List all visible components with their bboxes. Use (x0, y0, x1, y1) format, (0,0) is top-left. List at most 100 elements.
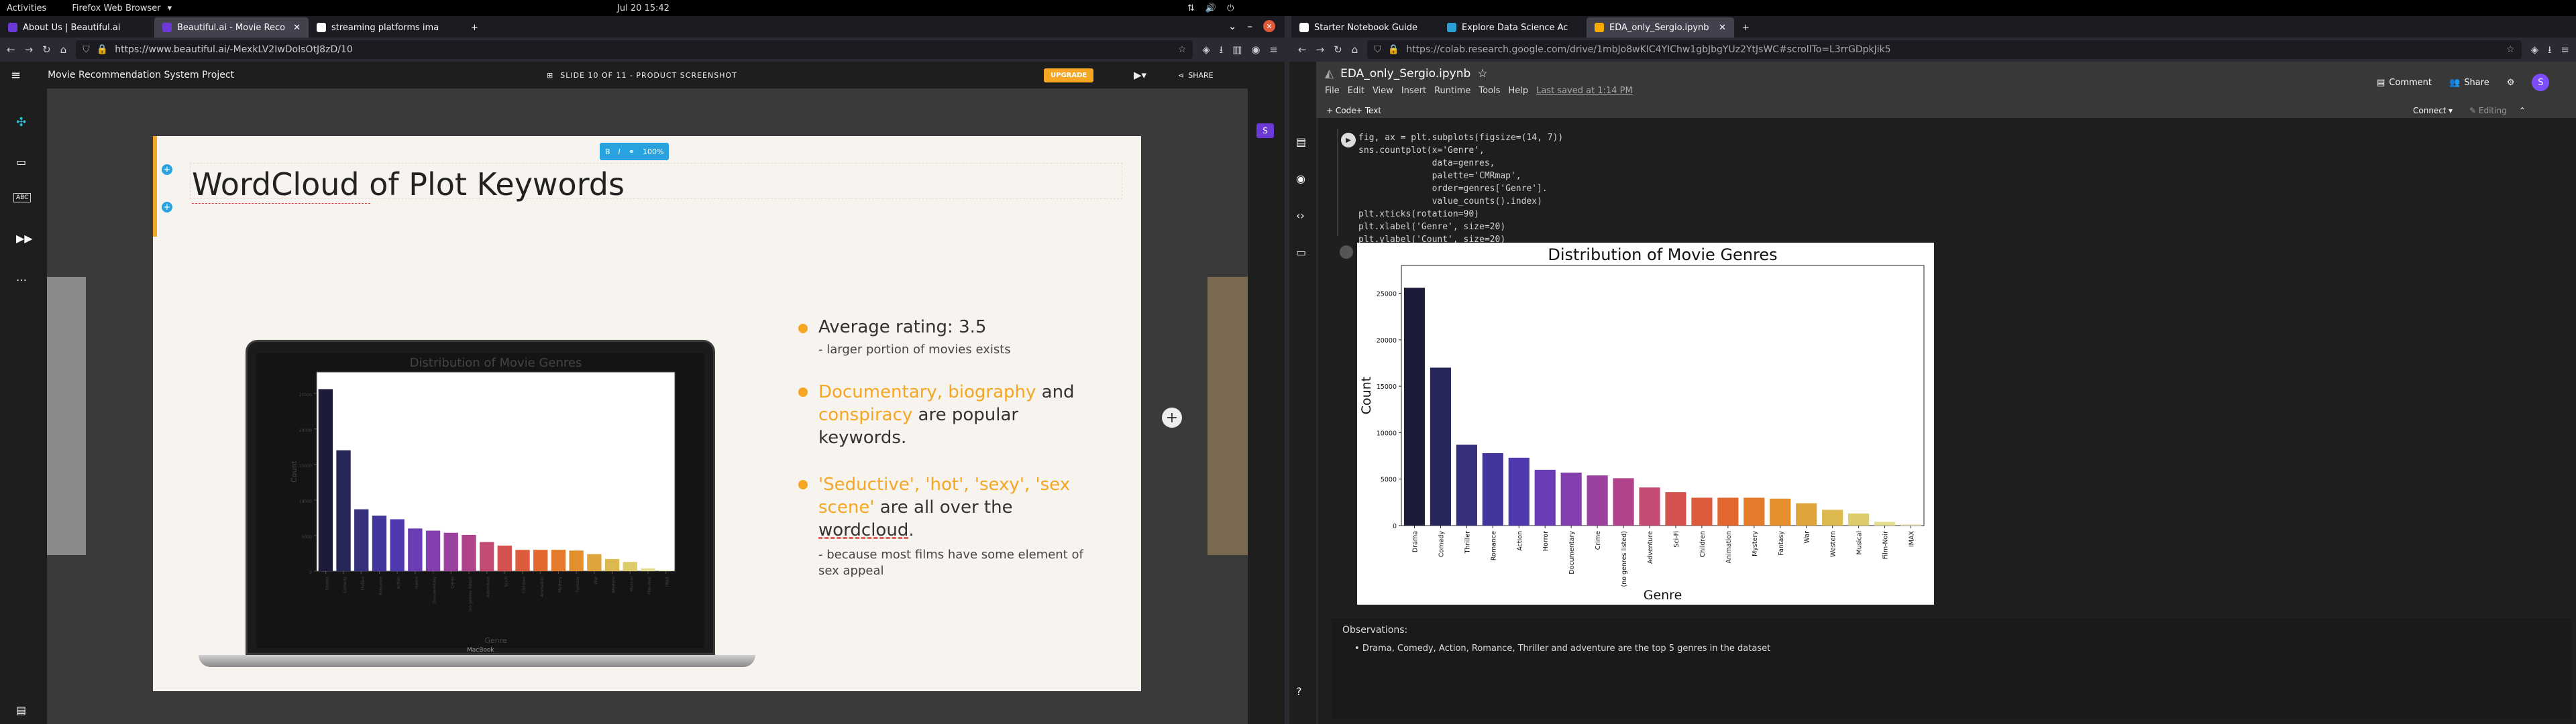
user-avatar[interactable]: S (1256, 123, 1274, 138)
last-saved-link[interactable]: Last saved at 1:14 PM (1536, 86, 1633, 96)
power-icon[interactable]: ⏻ (1227, 3, 1234, 13)
code-line[interactable]: plt.xlabel('Genre', size=20) (1358, 221, 1621, 233)
forward-icon[interactable]: → (25, 44, 34, 55)
text-icon[interactable]: ABC (13, 193, 32, 202)
add-element-above-icon[interactable]: + (162, 164, 172, 175)
forward-icon[interactable]: → (1316, 44, 1325, 55)
slide-title[interactable]: WordCloud of Plot Keywords (192, 166, 625, 202)
highlight-text[interactable]: Documentary, biography (818, 382, 1036, 402)
network-icon[interactable]: ⇅ (1187, 3, 1195, 13)
code-line[interactable]: order=genres['Genre']. (1358, 182, 1621, 195)
help-icon[interactable]: ? (1296, 685, 1302, 698)
bookmark-star-icon[interactable]: ☆ (1178, 44, 1187, 55)
code-cell[interactable]: ▶ fig, ax = plt.subplots(figsize=(14, 7)… (1337, 129, 2571, 270)
more-icon[interactable]: … (16, 271, 27, 284)
url-bar[interactable]: ⛉ 🔒 https://colab.research.google.com/dr… (1367, 40, 2522, 59)
add-text-button[interactable]: + Text (1356, 106, 1381, 115)
play-icon[interactable]: ▶▾ (1134, 69, 1146, 81)
next-slide-thumbnail[interactable] (1208, 277, 1248, 555)
downloads-icon[interactable]: ⭳ (2548, 44, 2551, 55)
collapse-icon[interactable]: ⌃ (2519, 106, 2526, 115)
chevron-down-icon[interactable]: ▾ (2449, 106, 2453, 115)
link-icon[interactable]: ⚭ (629, 147, 635, 156)
bullet-sub-text[interactable]: - because most films have some element o… (818, 547, 1093, 579)
code-line[interactable]: fig, ax = plt.subplots(figsize=(14, 7)) (1358, 131, 1621, 144)
laptop-mockup[interactable]: Distribution of Movie Genres 0 5000 10000 15… (199, 340, 755, 668)
bullet-text[interactable]: . (908, 520, 914, 540)
add-code-button[interactable]: + Code (1326, 106, 1356, 115)
app-menu[interactable]: Firefox Web Browser (72, 3, 160, 13)
bullet-text[interactable]: are all over the (874, 497, 1013, 518)
volume-icon[interactable]: 🔊 (1205, 3, 1216, 13)
output-icon[interactable] (1340, 245, 1353, 259)
code-line[interactable]: plt.xticks(rotation=90) (1358, 208, 1621, 221)
hamburger-menu-icon[interactable]: ≡ (11, 68, 21, 82)
home-icon[interactable]: ⌂ (1352, 44, 1358, 55)
code-line[interactable]: palette='CMRmap', (1358, 170, 1621, 182)
menu-icon[interactable]: ≡ (2561, 44, 2569, 55)
close-tab-icon[interactable]: ✕ (1719, 23, 1726, 33)
pocket-icon[interactable]: ◈ (1202, 44, 1210, 55)
slides-icon[interactable]: ▭ (16, 156, 26, 168)
comments-icon[interactable]: ▤ (16, 704, 26, 717)
user-avatar[interactable]: S (2532, 74, 2550, 91)
url-bar[interactable]: ⛉ 🔒 https://www.beautiful.ai/-MexkLV2IwD… (76, 40, 1193, 59)
reload-icon[interactable]: ↻ (1334, 44, 1342, 55)
zoom-level[interactable]: 100% (643, 147, 663, 156)
observation-item[interactable]: • Drama, Comedy, Action, Romance, Thrill… (1354, 644, 1770, 654)
tab-explore-data-science[interactable]: Explore Data Science Ac (1439, 17, 1587, 38)
run-cell-icon[interactable]: ▶ (1341, 133, 1356, 147)
code-line[interactable]: sns.countplot(x='Genre', (1358, 144, 1621, 157)
editing-status[interactable]: ✎ Editing (2469, 106, 2507, 115)
grid-icon[interactable]: ⊞ (547, 71, 553, 80)
share-button[interactable]: SHARE (1188, 71, 1213, 80)
library-icon[interactable]: ▥ (1232, 44, 1242, 55)
menu-edit[interactable]: Edit (1348, 86, 1364, 96)
account-icon[interactable]: ◉ (1296, 172, 1305, 185)
connect-button[interactable]: Connect (2413, 106, 2447, 115)
notebook-title[interactable]: EDA_only_Sergio.ipynb (1340, 67, 1470, 80)
add-slide-button[interactable]: + (1162, 408, 1182, 428)
slide-indicator[interactable]: SLIDE 10 OF 11 - PRODUCT SCREENSHOT (560, 71, 737, 80)
menu-tools[interactable]: Tools (1479, 86, 1500, 96)
comment-button[interactable]: Comment (2389, 78, 2432, 88)
menu-view[interactable]: View (1373, 86, 1393, 96)
previous-slide-thumbnail[interactable] (47, 277, 86, 555)
settings-gear-icon[interactable]: ⚙ (2507, 78, 2515, 88)
bullet-main-text[interactable]: Average rating: 3.5 (818, 317, 1093, 337)
downloads-icon[interactable]: ⭳ (1220, 44, 1223, 55)
italic-icon[interactable]: I (619, 147, 621, 156)
close-tab-icon[interactable]: ✕ (293, 23, 301, 33)
tab-movie-reco[interactable]: Beautiful.ai - Movie Reco ✕ (154, 17, 309, 38)
observations-heading[interactable]: Observations: (1342, 625, 1407, 636)
tab-streaming-images[interactable]: streaming platforms ima (309, 17, 463, 38)
account-icon[interactable]: ◉ (1251, 44, 1260, 55)
chat-icon[interactable]: ▤ (1296, 135, 1306, 148)
minimize-icon[interactable]: – (1248, 20, 1253, 32)
code-icon[interactable]: ‹› (1296, 209, 1305, 222)
tab-colab-notebook[interactable]: EDA_only_Sergio.ipynb ✕ (1587, 17, 1734, 38)
highlight-text[interactable]: conspiracy (818, 405, 912, 425)
back-icon[interactable]: ← (1298, 44, 1307, 55)
menu-help[interactable]: Help (1508, 86, 1528, 96)
tab-about-us[interactable]: About Us | Beautiful.ai (0, 17, 154, 38)
new-tab-button[interactable]: + (1734, 17, 1754, 38)
list-tabs-icon[interactable]: ⌄ (1228, 20, 1237, 32)
reload-icon[interactable]: ↻ (42, 44, 51, 55)
menu-icon[interactable]: ≡ (1269, 44, 1278, 55)
menu-file[interactable]: File (1325, 86, 1340, 96)
pocket-icon[interactable]: ◈ (2531, 44, 2539, 55)
clock[interactable]: Jul 20 15:42 (617, 3, 669, 13)
back-icon[interactable]: ← (7, 44, 15, 55)
new-tab-button[interactable]: + (463, 17, 483, 38)
animation-icon[interactable]: ▶▶ (16, 232, 33, 245)
share-button[interactable]: Share (2464, 78, 2489, 88)
bookmark-star-icon[interactable]: ☆ (2506, 44, 2515, 55)
bullet-text[interactable]: wordcloud (818, 520, 908, 540)
project-title[interactable]: Movie Recommendation System Project (48, 70, 234, 80)
add-element-below-icon[interactable]: + (162, 202, 172, 213)
upgrade-button[interactable]: UPGRADE (1044, 68, 1094, 82)
bold-icon[interactable]: B (605, 147, 610, 156)
menu-insert[interactable]: Insert (1401, 86, 1426, 96)
activities-button[interactable]: Activities (7, 3, 46, 13)
